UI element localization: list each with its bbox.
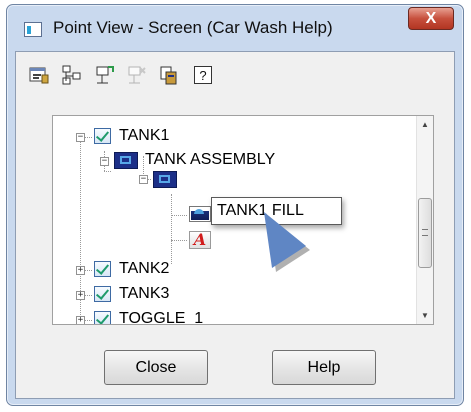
properties-icon[interactable] bbox=[28, 64, 50, 86]
tree-item-tank-assembly[interactable]: TANK ASSEMBLY bbox=[145, 151, 275, 169]
tree-line bbox=[85, 295, 92, 296]
tree-line bbox=[171, 194, 172, 264]
expand-toggle-toggle1[interactable]: + bbox=[76, 316, 85, 324]
tree-scrollbar[interactable]: ▲ ▼ bbox=[416, 116, 433, 324]
checkbox-tank2[interactable] bbox=[94, 261, 111, 277]
scroll-up-button[interactable]: ▲ bbox=[417, 116, 433, 133]
tree-line bbox=[85, 137, 92, 138]
collapse-toggle-tank-assembly[interactable]: − bbox=[100, 157, 109, 166]
text-object-icon[interactable]: A bbox=[189, 231, 211, 249]
scroll-thumb[interactable] bbox=[418, 198, 432, 268]
tree-item-tank1[interactable]: TANK1 bbox=[119, 127, 169, 145]
fill-object-icon[interactable] bbox=[189, 206, 211, 222]
window-title: Point View - Screen (Car Wash Help) bbox=[53, 18, 333, 37]
tree-line bbox=[85, 320, 92, 321]
add-point-icon[interactable] bbox=[93, 64, 115, 86]
window-close-button[interactable]: X bbox=[408, 7, 454, 30]
group-icon[interactable] bbox=[153, 171, 177, 188]
hierarchy-icon[interactable] bbox=[61, 64, 83, 86]
mouse-pointer-icon bbox=[264, 212, 310, 272]
expand-toggle-tank3[interactable]: + bbox=[76, 291, 85, 300]
copy-icon[interactable] bbox=[158, 64, 180, 86]
expand-toggle-tank2[interactable]: + bbox=[76, 266, 85, 275]
checkbox-tank1[interactable] bbox=[94, 128, 111, 144]
remove-point-icon bbox=[125, 64, 147, 86]
collapse-toggle-group[interactable]: − bbox=[139, 175, 148, 184]
tree-line bbox=[85, 270, 92, 271]
help-icon[interactable]: ? bbox=[192, 64, 214, 86]
help-icon-glyph: ? bbox=[199, 68, 206, 83]
checkbox-toggle1[interactable] bbox=[94, 311, 111, 324]
tree-line bbox=[104, 171, 111, 172]
collapse-toggle-tank1[interactable]: − bbox=[76, 133, 85, 142]
title-bar[interactable]: Point View - Screen (Car Wash Help) X bbox=[7, 5, 463, 49]
tree-item-toggle1[interactable]: TOGGLE_1 bbox=[119, 310, 203, 324]
close-button[interactable]: Close bbox=[104, 350, 208, 385]
dialog-client-area: ? − TANK1 − TANK ASSEMBLY − A + TANK2 + … bbox=[15, 51, 455, 399]
grip-icon bbox=[422, 229, 428, 236]
tree-item-tank2[interactable]: TANK2 bbox=[119, 260, 169, 278]
checkbox-tank3[interactable] bbox=[94, 286, 111, 302]
assembly-icon bbox=[114, 152, 138, 169]
tree-line bbox=[171, 215, 187, 216]
scroll-down-button[interactable]: ▼ bbox=[417, 307, 433, 324]
help-button[interactable]: Help bbox=[272, 350, 376, 385]
tree-item-tank3[interactable]: TANK3 bbox=[119, 285, 169, 303]
tree-line bbox=[171, 240, 187, 241]
app-icon bbox=[24, 22, 42, 37]
